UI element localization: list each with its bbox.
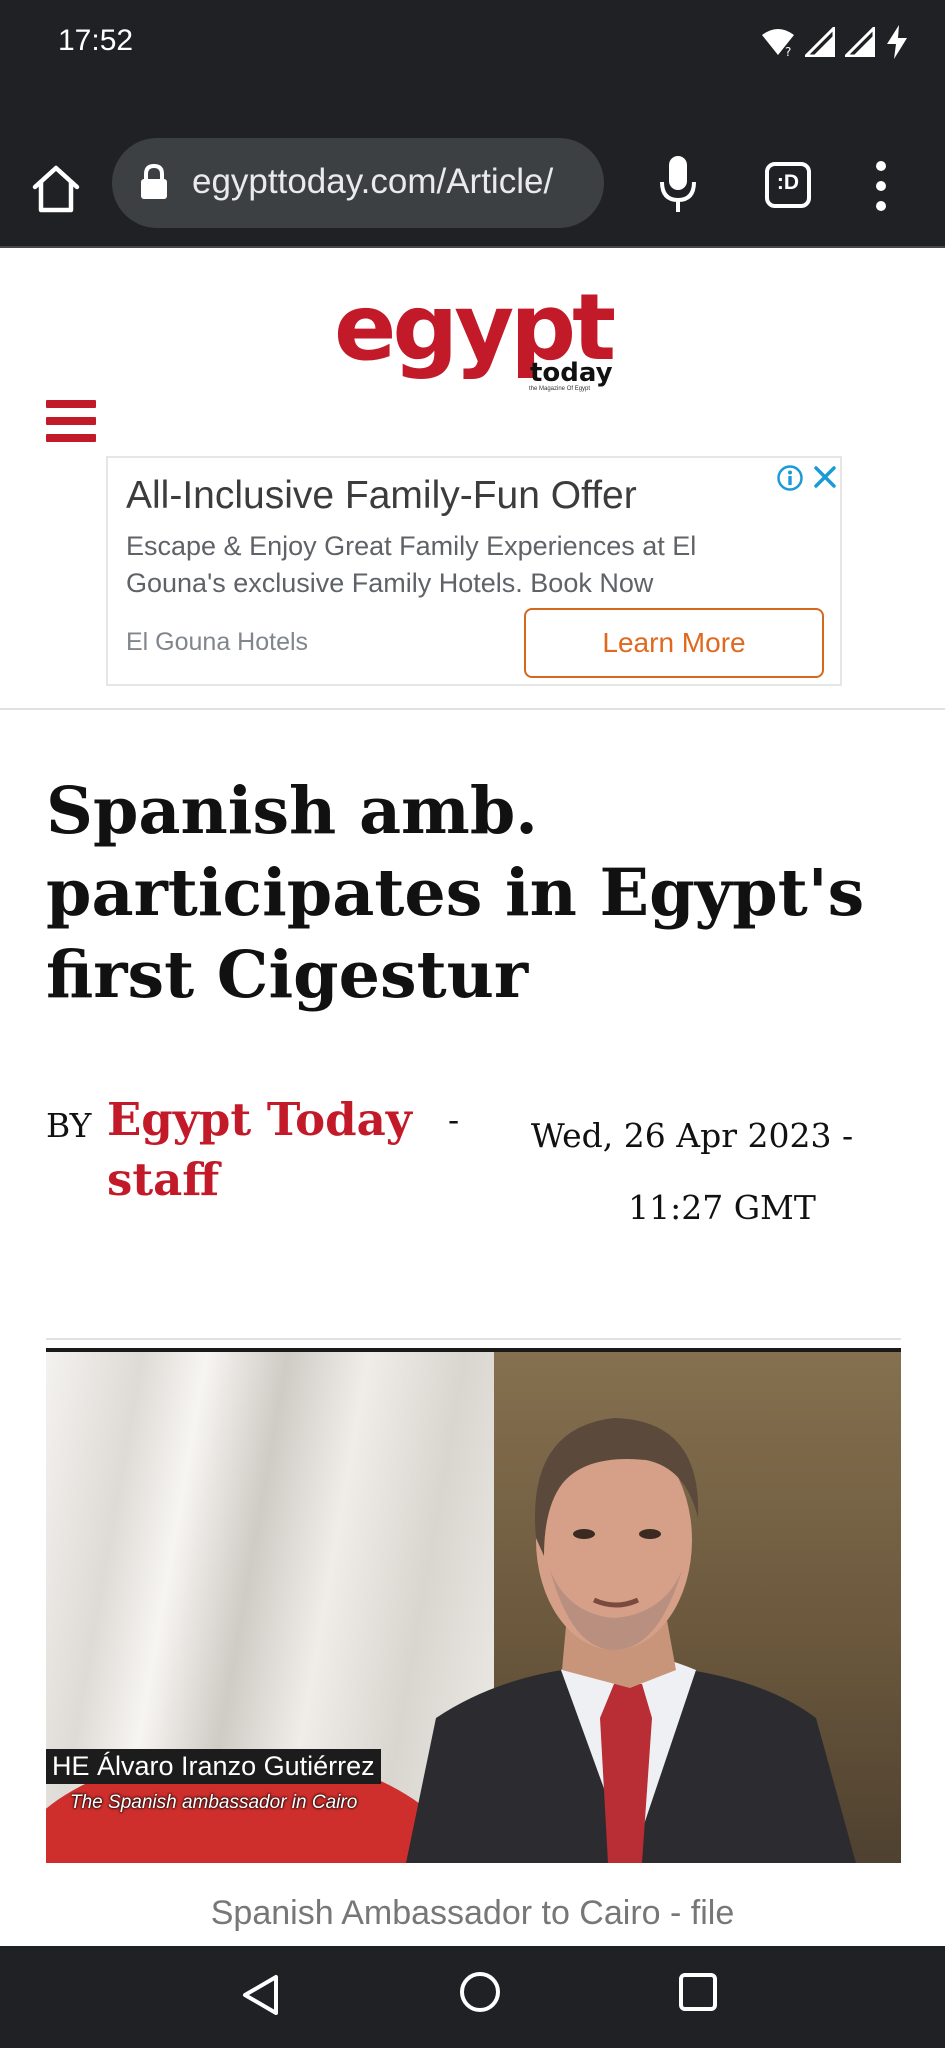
ad-advertiser[interactable]: El Gouna Hotels	[126, 628, 308, 657]
toolbar-divider	[0, 246, 945, 248]
ambassador-portrait	[406, 1418, 856, 1863]
ad-description[interactable]: Escape & Enjoy Great Family Experiences …	[126, 528, 746, 602]
home-icon[interactable]	[458, 1970, 502, 2014]
logo-tagline: the Magazine Of Egypt	[529, 386, 591, 392]
hamburger-menu-icon[interactable]	[46, 400, 96, 444]
signal-icon	[805, 27, 835, 57]
publish-time: 11:27 GMT	[628, 1188, 816, 1227]
article-headline: Spanish amb. participates in Egypt's fir…	[46, 773, 865, 1013]
home-icon[interactable]	[26, 159, 86, 219]
info-icon[interactable]	[776, 464, 804, 492]
more-vert-icon[interactable]	[866, 156, 896, 216]
learn-more-button[interactable]: Learn More	[524, 608, 824, 678]
system-nav-bar	[0, 1946, 945, 2048]
logo-sub-text: today	[530, 358, 613, 388]
recents-icon[interactable]	[678, 1972, 718, 2012]
article-image[interactable]: HE Álvaro Iranzo Gutiérrez The Spanish a…	[46, 1348, 901, 1863]
close-icon[interactable]	[810, 462, 840, 492]
publish-date: Wed, 26 Apr 2023 -	[530, 1116, 854, 1155]
tab-switcher-badge: :D	[776, 171, 800, 194]
byline-separator: -	[448, 1100, 460, 1139]
site-logo[interactable]: egypt today the Magazine Of Egypt	[334, 282, 624, 393]
signal-icon	[845, 27, 875, 57]
status-bar: 17:52 ?	[0, 0, 945, 90]
battery-charging-icon	[887, 25, 907, 59]
svg-text:?: ?	[785, 45, 791, 57]
section-divider	[0, 708, 945, 710]
status-icons: ?	[761, 24, 909, 60]
author-link[interactable]: Egypt Today staff	[107, 1090, 437, 1210]
image-caption: Spanish Ambassador to Cairo - file	[210, 1894, 735, 1932]
publish-datetime: Wed, 26 Apr 2023 - 11:27 GMT	[512, 1100, 872, 1244]
image-overlay-role: The Spanish ambassador in Cairo	[70, 1792, 358, 1813]
ad-banner[interactable]: All-Inclusive Family-Fun Offer Escape & …	[106, 456, 842, 686]
lock-icon	[141, 164, 167, 199]
back-icon[interactable]	[238, 1972, 282, 2018]
ad-title[interactable]: All-Inclusive Family-Fun Offer	[126, 474, 637, 518]
byline-label: BY	[46, 1106, 92, 1145]
tab-switcher-icon[interactable]: :D	[765, 162, 811, 208]
url-bar[interactable]: egypttoday.com/Article/	[112, 138, 604, 228]
wifi-icon: ?	[762, 29, 794, 57]
mic-icon[interactable]	[654, 152, 702, 218]
browser-toolbar: egypttoday.com/Article/ :D	[0, 90, 945, 248]
section-divider	[46, 1338, 901, 1340]
url-text[interactable]: egypttoday.com/Article/	[192, 162, 592, 202]
image-overlay-name: HE Álvaro Iranzo Gutiérrez	[46, 1749, 381, 1784]
status-time: 17:52	[58, 24, 134, 57]
